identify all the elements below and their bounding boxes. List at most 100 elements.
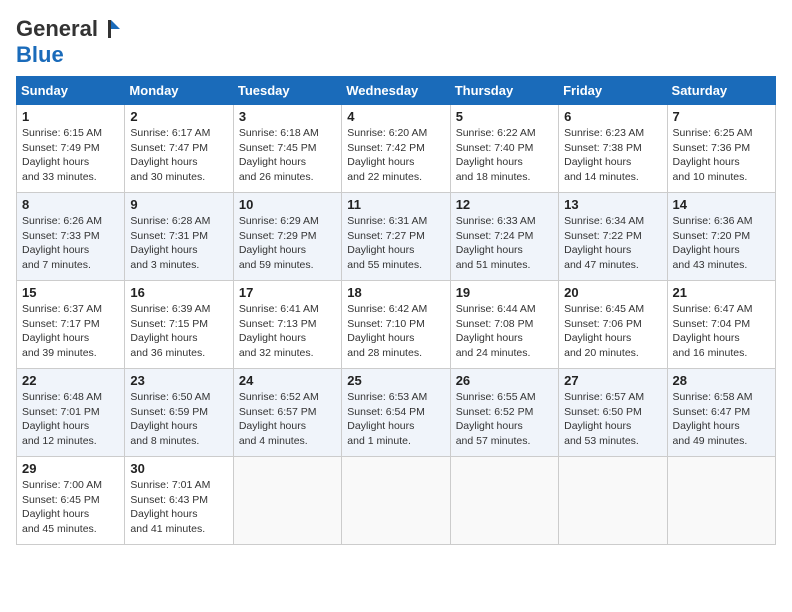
sunrise-label: Sunrise: 6:58 AM xyxy=(673,391,753,403)
page-header: General Blue xyxy=(16,16,776,68)
day-info: Sunrise: 6:50 AMSunset: 6:59 PMDaylight … xyxy=(130,390,227,449)
daylight-label: Daylight hours xyxy=(673,244,740,256)
day-number: 15 xyxy=(22,285,119,300)
sunrise-label: Sunrise: 7:00 AM xyxy=(22,479,102,491)
calendar-cell: 13Sunrise: 6:34 AMSunset: 7:22 PMDayligh… xyxy=(559,193,667,281)
sunset-label: Sunset: 7:13 PM xyxy=(239,318,317,330)
daylight-duration: and 24 minutes. xyxy=(456,347,531,359)
sunrise-label: Sunrise: 6:29 AM xyxy=(239,215,319,227)
daylight-label: Daylight hours xyxy=(347,244,414,256)
day-info: Sunrise: 6:31 AMSunset: 7:27 PMDaylight … xyxy=(347,214,444,273)
day-info: Sunrise: 6:58 AMSunset: 6:47 PMDaylight … xyxy=(673,390,770,449)
logo-flag-icon xyxy=(100,18,122,40)
daylight-label: Daylight hours xyxy=(456,156,523,168)
calendar-week-row: 22Sunrise: 6:48 AMSunset: 7:01 PMDayligh… xyxy=(17,369,776,457)
daylight-duration: and 30 minutes. xyxy=(130,171,205,183)
day-info: Sunrise: 6:18 AM Sunset: 7:45 PM Daylight … xyxy=(239,126,336,185)
sunrise-label: Sunrise: 6:17 AM xyxy=(130,127,210,139)
calendar-cell: 12Sunrise: 6:33 AMSunset: 7:24 PMDayligh… xyxy=(450,193,558,281)
day-number: 20 xyxy=(564,285,661,300)
logo-general-text: General xyxy=(16,16,98,42)
calendar-cell: 17Sunrise: 6:41 AMSunset: 7:13 PMDayligh… xyxy=(233,281,341,369)
daylight-duration: and 55 minutes. xyxy=(347,259,422,271)
sunset-label: Sunset: 7:04 PM xyxy=(673,318,751,330)
daylight-duration: and 8 minutes. xyxy=(130,435,199,447)
daylight-duration: and 43 minutes. xyxy=(673,259,748,271)
sunset-label: Sunset: 7:36 PM xyxy=(673,142,751,154)
day-number: 28 xyxy=(673,373,770,388)
calendar-cell: 18Sunrise: 6:42 AMSunset: 7:10 PMDayligh… xyxy=(342,281,450,369)
day-number: 8 xyxy=(22,197,119,212)
day-number: 6 xyxy=(564,109,661,124)
sunset-label: Sunset: 6:47 PM xyxy=(673,406,751,418)
daylight-label: Daylight hours xyxy=(22,332,89,344)
calendar-table: SundayMondayTuesdayWednesdayThursdayFrid… xyxy=(16,76,776,545)
calendar-cell: 5Sunrise: 6:22 AMSunset: 7:40 PMDaylight… xyxy=(450,105,558,193)
sunset-label: Sunset: 7:42 PM xyxy=(347,142,425,154)
daylight-label: Daylight hours xyxy=(130,332,197,344)
calendar-cell: 10Sunrise: 6:29 AMSunset: 7:29 PMDayligh… xyxy=(233,193,341,281)
day-number: 9 xyxy=(130,197,227,212)
daylight-label: Daylight hours xyxy=(564,244,631,256)
sunset-label: Sunset: 7:40 PM xyxy=(456,142,534,154)
sunrise-label: Sunrise: 6:55 AM xyxy=(456,391,536,403)
daylight-duration: and 3 minutes. xyxy=(130,259,199,271)
sunrise-label: Sunrise: 6:34 AM xyxy=(564,215,644,227)
day-number: 4 xyxy=(347,109,444,124)
daylight-label: Daylight hours xyxy=(22,244,89,256)
daylight-label: Daylight hours xyxy=(22,156,89,168)
calendar-cell: 9 Sunrise: 6:28 AMSunset: 7:31 PMDaylight… xyxy=(125,193,233,281)
calendar-cell: 7Sunrise: 6:25 AMSunset: 7:36 PMDaylight… xyxy=(667,105,775,193)
logo-blue-text: Blue xyxy=(16,42,64,68)
daylight-duration: and 53 minutes. xyxy=(564,435,639,447)
sunset-label: Sunset: 7:08 PM xyxy=(456,318,534,330)
calendar-cell: 2Sunrise: 6:17 AMSunset: 7:47 PMDaylight… xyxy=(125,105,233,193)
daylight-label: Daylight hours xyxy=(130,508,197,520)
calendar-cell: 22Sunrise: 6:48 AMSunset: 7:01 PMDayligh… xyxy=(17,369,125,457)
calendar-week-row: 1 Sunrise: 6:15 AMSunset: 7:49 PMDaylight… xyxy=(17,105,776,193)
sunset-label: Sunset: 7:33 PM xyxy=(22,230,100,242)
daylight-label: Daylight hours xyxy=(239,156,306,168)
weekday-header: Monday xyxy=(125,77,233,105)
daylight-duration: and 39 minutes. xyxy=(22,347,97,359)
day-number: 7 xyxy=(673,109,770,124)
day-info: Sunrise: 6:28 AMSunset: 7:31 PMDaylight … xyxy=(130,214,227,273)
sunset-label: Sunset: 6:43 PM xyxy=(130,494,208,506)
daylight-label: Daylight hours xyxy=(130,420,197,432)
calendar-cell: 23Sunrise: 6:50 AMSunset: 6:59 PMDayligh… xyxy=(125,369,233,457)
daylight-duration: and 36 minutes. xyxy=(130,347,205,359)
daylight-duration: and 20 minutes. xyxy=(564,347,639,359)
sunrise-label: Sunrise: 7:01 AM xyxy=(130,479,210,491)
sunset-label: Sunset: 7:17 PM xyxy=(22,318,100,330)
daylight-duration: and 47 minutes. xyxy=(564,259,639,271)
calendar-cell: 25Sunrise: 6:53 AMSunset: 6:54 PMDayligh… xyxy=(342,369,450,457)
sunrise-label: Sunrise: 6:39 AM xyxy=(130,303,210,315)
sunrise-label: Sunrise: 6:18 AM xyxy=(239,127,319,139)
sunset-label: Sunset: 7:47 PM xyxy=(130,142,208,154)
daylight-duration: and 57 minutes. xyxy=(456,435,531,447)
day-number: 30 xyxy=(130,461,227,476)
calendar-cell xyxy=(342,457,450,545)
daylight-label: Daylight hours xyxy=(673,156,740,168)
sunset-label: Sunset: 6:50 PM xyxy=(564,406,642,418)
day-number: 17 xyxy=(239,285,336,300)
daylight-label: Daylight hours xyxy=(239,420,306,432)
daylight-duration: and 28 minutes. xyxy=(347,347,422,359)
daylight-duration: and 32 minutes. xyxy=(239,347,314,359)
sunset-label: Sunset: 6:54 PM xyxy=(347,406,425,418)
sunrise-label: Sunrise: 6:41 AM xyxy=(239,303,319,315)
day-info: Sunrise: 6:15 AMSunset: 7:49 PMDaylight … xyxy=(22,126,119,185)
logo: General Blue xyxy=(16,16,122,68)
daylight-duration: and 33 minutes. xyxy=(22,171,97,183)
day-info: Sunrise: 6:23 AMSunset: 7:38 PMDaylight … xyxy=(564,126,661,185)
day-number: 3 xyxy=(239,109,336,124)
calendar-cell: 8Sunrise: 6:26 AMSunset: 7:33 PMDaylight… xyxy=(17,193,125,281)
day-number: 1 xyxy=(22,109,119,124)
daylight-label: Daylight hours xyxy=(456,420,523,432)
sunset-label: Sunset: 7:45 PM xyxy=(239,142,317,154)
daylight-duration: and 12 minutes. xyxy=(22,435,97,447)
calendar-week-row: 15Sunrise: 6:37 AMSunset: 7:17 PMDayligh… xyxy=(17,281,776,369)
sunset-label: Sunset: 7:20 PM xyxy=(673,230,751,242)
calendar-cell: 6 Sunrise: 6:23 AMSunset: 7:38 PMDaylight… xyxy=(559,105,667,193)
daylight-label: Daylight hours xyxy=(347,420,414,432)
